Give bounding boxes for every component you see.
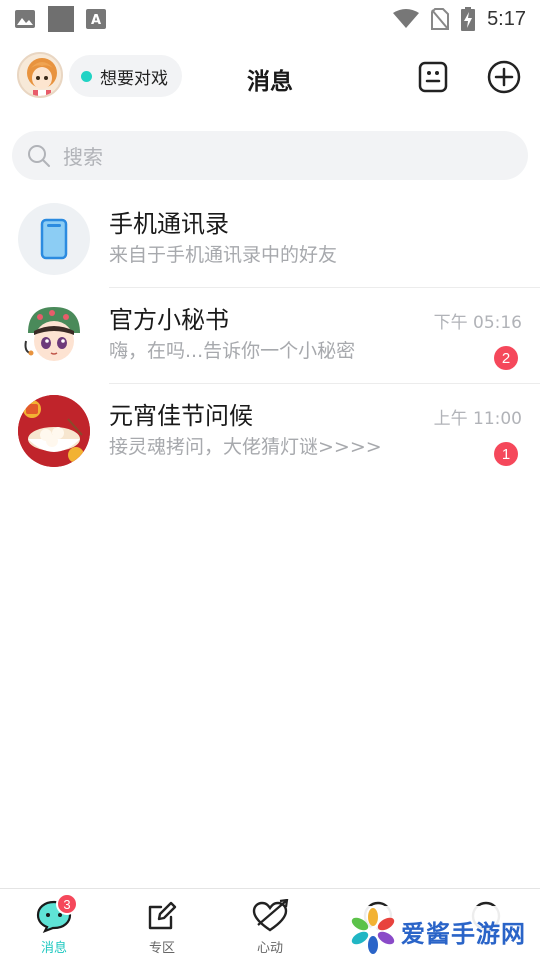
add-circle-icon (487, 60, 521, 94)
watermark: 爱酱手游网 (347, 906, 530, 956)
conversation-list: 手机通讯录 来自于手机通讯录中的好友 官方小秘书 嗨，在吗...告诉你一个小秘密… (0, 192, 540, 480)
search-icon (28, 144, 50, 167)
online-status-dot (81, 70, 92, 82)
tab-zone[interactable]: 专区 (108, 889, 216, 960)
conversation-preview: 接灵魂拷问，大佬猜灯谜>>>> (109, 436, 382, 458)
conversation-time: 下午 05:16 (433, 313, 522, 333)
tab-heartbeat[interactable]: 心动 (216, 889, 324, 960)
conversation-preview: 嗨，在吗...告诉你一个小秘密 (109, 340, 356, 362)
tangyuan-bowl-icon (18, 395, 90, 467)
edit-square-icon (148, 901, 177, 930)
my-avatar[interactable] (17, 52, 63, 98)
tab-label: 专区 (148, 941, 175, 956)
tab-messages[interactable]: 消息 3 (0, 889, 108, 960)
conversation-name: 手机通讯录 (109, 210, 229, 238)
no-sim-icon (431, 8, 450, 30)
tab-unread-badge: 3 (56, 893, 78, 915)
list-item-phone-contacts[interactable]: 手机通讯录 来自于手机通讯录中的好友 (0, 192, 540, 288)
app-square-icon (48, 6, 74, 32)
unread-badge: 1 (494, 442, 518, 466)
search-placeholder: 搜索 (63, 145, 103, 169)
list-item-lantern-festival[interactable]: 元宵佳节问候 接灵魂拷问，大佬猜灯谜>>>> 上午 11:00 1 (0, 384, 540, 480)
secretary-avatar (18, 299, 90, 371)
image-icon (15, 10, 35, 28)
conversation-preview: 来自于手机通讯录中的好友 (109, 244, 338, 266)
accessibility-a-icon: A (86, 9, 106, 29)
search-input[interactable]: 搜索 (12, 131, 528, 180)
phone-contacts-avatar (18, 203, 90, 275)
status-text: 想要对戏 (100, 68, 168, 89)
secretary-girl-icon (24, 307, 80, 361)
conversation-name: 官方小秘书 (109, 306, 229, 334)
anime-girl-avatar-icon (19, 54, 61, 96)
add-button[interactable] (487, 60, 521, 94)
pinwheel-logo-icon (351, 908, 395, 954)
tab-label: 消息 (40, 941, 67, 956)
battery-charging-icon (461, 7, 476, 31)
unread-badge: 2 (494, 346, 518, 370)
clock: 5:17 (487, 7, 526, 30)
watermark-text: 爱酱手游网 (401, 919, 526, 948)
list-item-official-secretary[interactable]: 官方小秘书 嗨，在吗...告诉你一个小秘密 下午 05:16 2 (0, 288, 540, 384)
header: 想要对戏 消息 (0, 44, 540, 108)
tab-label: 心动 (256, 941, 283, 956)
conversation-time: 上午 11:00 (433, 409, 522, 429)
phone-contacts-icon (40, 218, 68, 260)
conversation-name: 元宵佳节问候 (109, 402, 253, 430)
wifi-icon (393, 9, 420, 28)
status-bar: A 5:17 (0, 0, 540, 38)
svg-text:A: A (91, 13, 101, 28)
status-pill[interactable]: 想要对戏 (69, 55, 182, 97)
robot-button[interactable] (416, 60, 450, 94)
heart-arrow-icon (252, 899, 289, 932)
robot-face-icon (418, 61, 448, 93)
lantern-festival-avatar (18, 395, 90, 467)
